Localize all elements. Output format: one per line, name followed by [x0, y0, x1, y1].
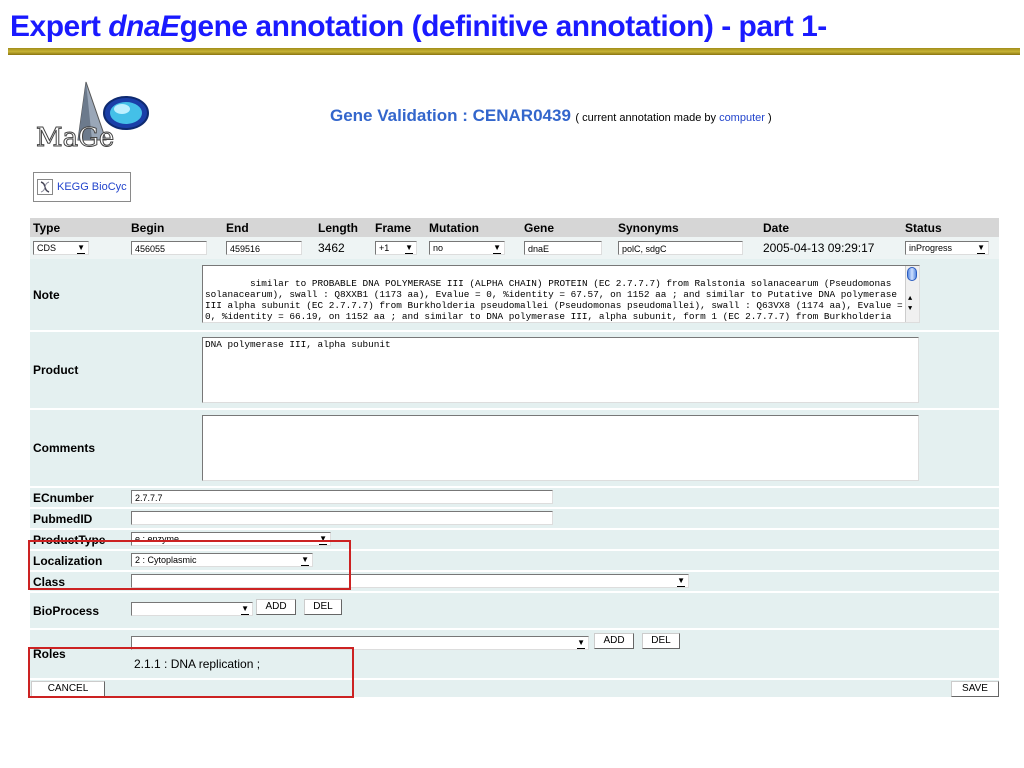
status-value: inProgress [909, 243, 953, 253]
header-frame: Frame [375, 220, 412, 235]
annotation-form: Type Begin End Length Frame Mutation Gen… [30, 218, 999, 697]
header-synonyms: Synonyms [618, 220, 679, 235]
product-label: Product [30, 332, 131, 408]
scroll-down-icon[interactable]: ▼ [908, 304, 912, 315]
bioprocess-label: BioProcess [30, 593, 131, 628]
header-end: End [226, 220, 249, 235]
slide-title-suffix: gene annotation (definitive annotation) … [179, 10, 828, 43]
chevron-down-icon: ▼ [977, 243, 985, 254]
highlight-box-producttype-localization [28, 540, 351, 590]
header-type: Type [33, 220, 61, 235]
slide-title: Expert dnaEgene annotation (definitive a… [10, 10, 827, 44]
product-textarea[interactable]: DNA polymerase III, alpha subunit [202, 337, 919, 403]
header-status: Status [905, 220, 942, 235]
frame-value: +1 [379, 243, 390, 253]
comments-label: Comments [30, 410, 131, 486]
end-input[interactable]: 459516 [226, 241, 302, 255]
mage-logo-text: MaGe [36, 123, 114, 152]
roles-del-button[interactable]: DEL [642, 633, 680, 649]
table-header: Type Begin End Length Frame Mutation Gen… [30, 218, 999, 237]
header-mutation: Mutation [429, 220, 479, 235]
highlight-box-roles [28, 647, 354, 698]
annotation-source-prefix: ( current annotation made by [575, 112, 720, 124]
header-length: Length [318, 220, 358, 235]
pubmed-input[interactable] [131, 511, 553, 525]
external-links: KEGG BioCyc [33, 172, 131, 202]
chevron-down-icon: ▼ [241, 604, 249, 615]
pubmed-label: PubmedID [30, 509, 131, 528]
kegg-link[interactable]: KEGG [57, 181, 92, 193]
annotation-source-suffix: ) [764, 112, 772, 124]
note-row: Note similar to PROBABLE DNA POLYMERASE … [30, 259, 999, 332]
type-value: CDS [37, 243, 57, 253]
bioprocess-add-button[interactable]: ADD [256, 599, 296, 615]
chevron-down-icon: ▼ [577, 638, 585, 649]
slide-title-gene: dnaE [108, 10, 180, 43]
title-underline [8, 48, 1020, 55]
save-button[interactable]: SAVE [951, 681, 999, 697]
biocyc-link[interactable]: BioCyc [92, 181, 130, 193]
note-text: similar to PROBABLE DNA POLYMERASE III (… [205, 278, 903, 322]
begin-input[interactable]: 456055 [131, 241, 207, 255]
scroll-thumb[interactable] [907, 267, 917, 281]
comments-textarea[interactable] [202, 415, 919, 481]
chevron-down-icon: ▼ [493, 243, 501, 254]
mage-logo: MaGe [36, 81, 149, 152]
mutation-select[interactable]: no ▼ [429, 241, 505, 255]
note-textarea[interactable]: similar to PROBABLE DNA POLYMERASE III (… [202, 265, 920, 323]
header-date: Date [763, 220, 790, 235]
roles-add-button[interactable]: ADD [594, 633, 634, 649]
mutation-value: no [433, 243, 444, 253]
chevron-down-icon: ▼ [77, 243, 85, 254]
annotation-source-link[interactable]: computer [719, 112, 765, 124]
pubmed-row: PubmedID [30, 509, 999, 530]
ecnumber-label: ECnumber [30, 488, 131, 507]
type-select[interactable]: CDS ▼ [33, 241, 89, 255]
status-select[interactable]: inProgress ▼ [905, 241, 989, 255]
gene-validation-header: Gene Validation : CENAR0439 ( current an… [330, 106, 772, 126]
ecnumber-row: ECnumber 2.7.7.7 [30, 488, 999, 509]
chevron-down-icon: ▼ [677, 576, 685, 587]
slide-title-prefix: Expert [10, 10, 109, 43]
kegg-icon[interactable] [37, 179, 53, 195]
note-scrollbar[interactable]: ▲ ▼ [905, 266, 919, 322]
gene-validation-title: Gene Validation : CENAR0439 [330, 106, 571, 125]
chevron-down-icon: ▼ [405, 243, 413, 254]
bioprocess-select[interactable]: ▼ [131, 602, 253, 616]
ecnumber-input[interactable]: 2.7.7.7 [131, 490, 553, 504]
length-value: 3462 [318, 241, 345, 255]
frame-select[interactable]: +1 ▼ [375, 241, 417, 255]
note-label: Note [30, 259, 131, 330]
bioprocess-del-button[interactable]: DEL [304, 599, 342, 615]
synonyms-input[interactable]: polC, sdgC [618, 241, 743, 255]
header-begin: Begin [131, 220, 165, 235]
product-row: Product DNA polymerase III, alpha subuni… [30, 332, 999, 410]
header-gene: Gene [524, 220, 555, 235]
gene-values-row: CDS ▼ 456055 459516 3462 +1 ▼ no ▼ dnaE pol… [30, 237, 999, 259]
comments-row: Comments [30, 410, 999, 488]
date-value: 2005-04-13 09:29:17 [763, 241, 875, 255]
gene-input[interactable]: dnaE [524, 241, 602, 255]
bioprocess-row: BioProcess ▼ ADD DEL [30, 593, 999, 630]
